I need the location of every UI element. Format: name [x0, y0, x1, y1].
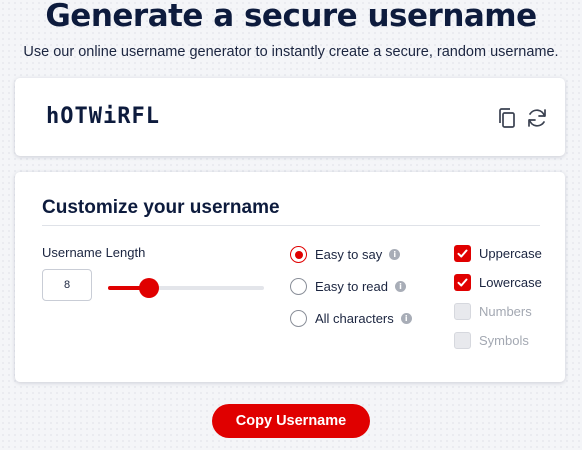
customize-heading: Customize your username	[42, 197, 280, 218]
info-icon[interactable]: i	[395, 281, 406, 292]
checkmark-icon	[457, 278, 468, 287]
radio-all-characters[interactable]: All characters i	[290, 310, 412, 327]
length-label: Username Length	[42, 245, 146, 260]
checkbox-checked[interactable]	[454, 274, 471, 291]
radio-label: All characters	[315, 311, 394, 326]
checkmark-icon	[457, 249, 468, 258]
length-slider[interactable]	[108, 278, 264, 298]
checkbox-checked[interactable]	[454, 245, 471, 262]
checkbox-numbers[interactable]: Numbers	[454, 303, 532, 320]
divider	[42, 225, 540, 226]
checkbox-symbols[interactable]: Symbols	[454, 332, 529, 349]
checkbox-label: Symbols	[479, 333, 529, 348]
copy-username-button[interactable]: Copy Username	[212, 404, 370, 438]
checkbox-uppercase[interactable]: Uppercase	[454, 245, 542, 262]
checkbox-disabled[interactable]	[454, 332, 471, 349]
radio-label: Easy to read	[315, 279, 388, 294]
radio-button[interactable]	[290, 310, 307, 327]
username-display-card: hOTWiRFL	[15, 78, 565, 156]
radio-button[interactable]	[290, 278, 307, 295]
generated-username: hOTWiRFL	[46, 104, 160, 129]
radio-label: Easy to say	[315, 247, 383, 262]
page-subtitle: Use our online username generator to ins…	[23, 44, 559, 60]
length-input[interactable]	[42, 269, 92, 301]
checkbox-label: Numbers	[479, 304, 532, 319]
customize-card: Customize your username Username Length …	[15, 172, 565, 382]
info-icon[interactable]: i	[389, 249, 401, 260]
checkbox-disabled[interactable]	[454, 303, 471, 320]
checkbox-lowercase[interactable]: Lowercase	[454, 274, 542, 291]
refresh-icon[interactable]	[525, 106, 549, 130]
radio-easy-to-say[interactable]: Easy to say i	[290, 246, 401, 263]
info-icon[interactable]: i	[400, 313, 412, 324]
checkbox-label: Uppercase	[479, 246, 542, 261]
slider-thumb[interactable]	[139, 278, 160, 298]
page-title: Generate a secure username	[45, 0, 537, 34]
checkbox-label: Lowercase	[479, 275, 542, 290]
radio-button-checked[interactable]	[290, 246, 307, 263]
radio-easy-to-read[interactable]: Easy to read i	[290, 278, 406, 295]
copy-icon[interactable]	[495, 106, 519, 130]
